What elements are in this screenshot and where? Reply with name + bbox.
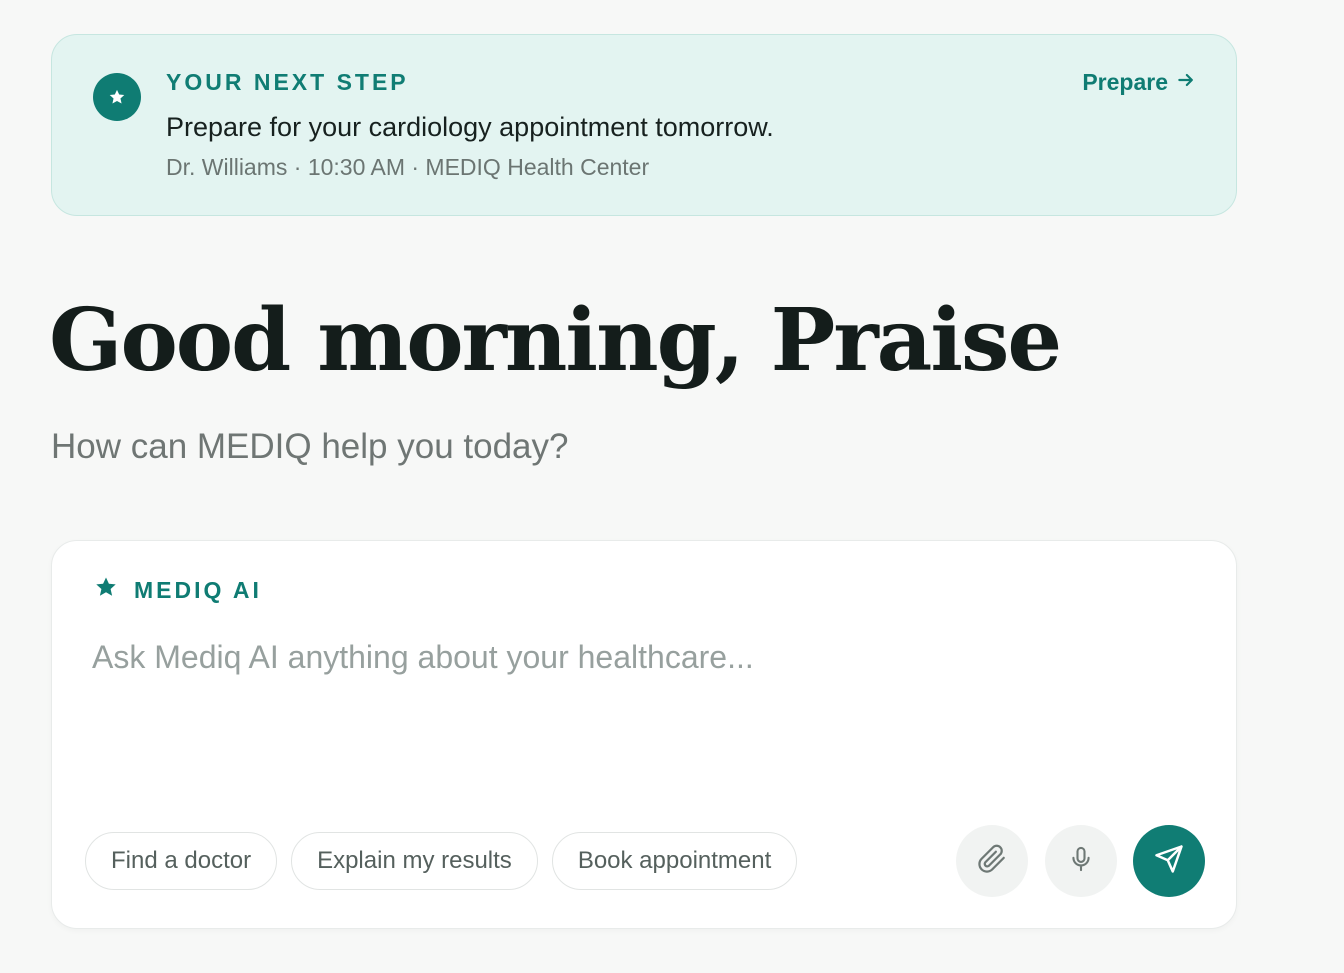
appointment-details: Dr. Williams · 10:30 AM · MEDIQ Health C…: [166, 154, 650, 180]
prepare-link-label: Prepare: [1082, 69, 1168, 95]
ai-label: MEDIQ AI: [94, 575, 262, 605]
ask-ai-input[interactable]: [92, 633, 1192, 681]
explain-results-chip[interactable]: Explain my results: [291, 832, 538, 890]
microphone-icon: [1067, 845, 1095, 878]
suggestion-chips: Find a doctor Explain my results Book ap…: [85, 832, 798, 890]
paperclip-icon: [977, 844, 1007, 879]
next-step-headline: Prepare for your cardiology appointment …: [166, 112, 774, 142]
prepare-link[interactable]: Prepare: [1082, 69, 1196, 96]
star-icon: [93, 73, 141, 121]
greeting-subtitle: How can MEDIQ help you today?: [51, 427, 569, 466]
arrow-right-icon: [1176, 69, 1196, 96]
send-button[interactable]: [1133, 825, 1205, 897]
attach-button[interactable]: [956, 825, 1028, 897]
star-icon: [94, 575, 118, 605]
voice-input-button[interactable]: [1045, 825, 1117, 897]
greeting-title: Good morning, Praise: [49, 290, 1062, 391]
next-step-eyebrow: YOUR NEXT STEP: [166, 69, 409, 95]
ai-composer-card: MEDIQ AI Find a doctor Explain my result…: [51, 540, 1237, 929]
send-icon: [1154, 844, 1184, 879]
find-doctor-chip[interactable]: Find a doctor: [85, 832, 278, 890]
ai-label-text: MEDIQ AI: [134, 576, 262, 603]
book-appointment-chip[interactable]: Book appointment: [551, 832, 798, 890]
next-step-card: YOUR NEXT STEP Prepare for your cardiolo…: [51, 34, 1237, 216]
